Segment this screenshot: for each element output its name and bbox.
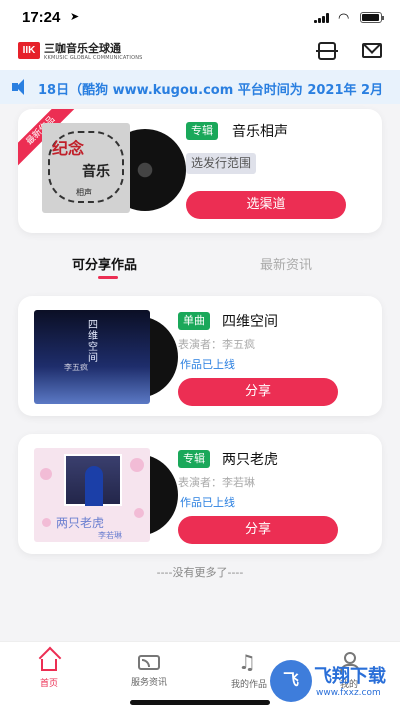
logo-icon: IIK — [18, 42, 40, 59]
select-channel-button[interactable]: 选渠道 — [186, 191, 346, 219]
tab-latest-news[interactable]: 最新资讯 — [260, 254, 312, 273]
speaker-icon — [12, 79, 34, 95]
cover-text: 音乐 — [82, 164, 110, 180]
watermark-logo: 飞 — [270, 660, 312, 702]
work-card[interactable]: 四维空间 李五疯 单曲 四维空间 表演者：李五疯 作品已上线 分享 — [18, 296, 382, 416]
signal-icon — [314, 13, 330, 23]
tab-shareable-works[interactable]: 可分享作品 — [72, 254, 137, 273]
performer-label: 表演者：李若琳 — [178, 476, 255, 489]
nav-service-news[interactable]: 服务资讯 — [119, 652, 179, 688]
nav-home[interactable]: 首页 — [19, 652, 79, 689]
watermark: 飞 飞翔下载 www.fxxz.com — [270, 660, 394, 704]
status-time: 17:24 — [22, 9, 61, 26]
performer-label: 表演者：李五疯 — [178, 338, 255, 351]
album-cover: 两只老虎 李若琳 — [34, 448, 150, 542]
tv-icon — [138, 655, 160, 670]
online-status: 作品已上线 — [180, 358, 235, 371]
work-title: 两只老虎 — [222, 452, 278, 468]
location-arrow-icon: ➤ — [70, 10, 80, 23]
home-icon — [41, 659, 57, 671]
work-title: 音乐相声 — [232, 124, 288, 140]
type-tag: 单曲 — [178, 312, 210, 330]
cover-artist: 李若琳 — [98, 531, 122, 540]
nav-label: 服务资讯 — [130, 678, 167, 688]
type-tag: 专辑 — [186, 122, 218, 140]
album-cover: 四维空间 李五疯 — [34, 310, 150, 404]
work-card[interactable]: 两只老虎 李若琳 专辑 两只老虎 表演者：李若琳 作品已上线 分享 — [18, 434, 382, 554]
watermark-title: 飞翔下载 — [314, 666, 386, 687]
select-range-button[interactable]: 选发行范围 — [186, 153, 257, 174]
work-title: 四维空间 — [222, 314, 278, 330]
notice-bar[interactable]: 18日（酷狗 www.kugou.com 平台时间为 2021年 2月 — [0, 70, 400, 104]
watermark-url: www.fxxz.com — [316, 688, 381, 698]
battery-icon — [360, 12, 384, 23]
featured-work-card[interactable]: 最新作品 纪念 音乐 相声 专辑 音乐相声 选发行范围 选渠道 — [18, 109, 382, 233]
share-button[interactable]: 分享 — [178, 378, 338, 406]
cover-title: 两只老虎 — [56, 516, 105, 530]
home-indicator — [130, 700, 270, 705]
content-tabs: 可分享作品 最新资讯 — [0, 248, 400, 284]
list-end-text: ----没有更多了---- — [156, 566, 244, 579]
active-tab-indicator — [98, 276, 118, 279]
notice-text: 18日（酷狗 www.kugou.com 平台时间为 2021年 2月 — [38, 83, 384, 98]
brand-subtitle: KKMUSIC GLOBAL COMMUNICATIONS — [44, 55, 143, 61]
music-note-icon — [238, 650, 260, 674]
brand-name: 三咖音乐全球通 — [44, 42, 121, 55]
nav-label: 首页 — [39, 679, 58, 689]
online-status: 作品已上线 — [180, 496, 235, 509]
scan-icon[interactable] — [316, 42, 338, 60]
cover-title: 四维空间 — [88, 320, 98, 364]
cover-text: 纪念 — [52, 139, 85, 158]
app-header: IIK 三咖音乐全球通 KKMUSIC GLOBAL COMMUNICATION… — [0, 34, 400, 70]
wifi-icon: ◠ — [338, 11, 350, 26]
type-tag: 专辑 — [178, 450, 210, 468]
share-button[interactable]: 分享 — [178, 516, 338, 544]
cover-text: 相声 — [76, 188, 92, 197]
cover-artist: 李五疯 — [64, 363, 88, 372]
mail-icon[interactable] — [362, 43, 382, 58]
status-bar: 17:24 ➤ ◠ — [0, 0, 400, 34]
album-cover: 纪念 音乐 相声 — [42, 123, 130, 213]
